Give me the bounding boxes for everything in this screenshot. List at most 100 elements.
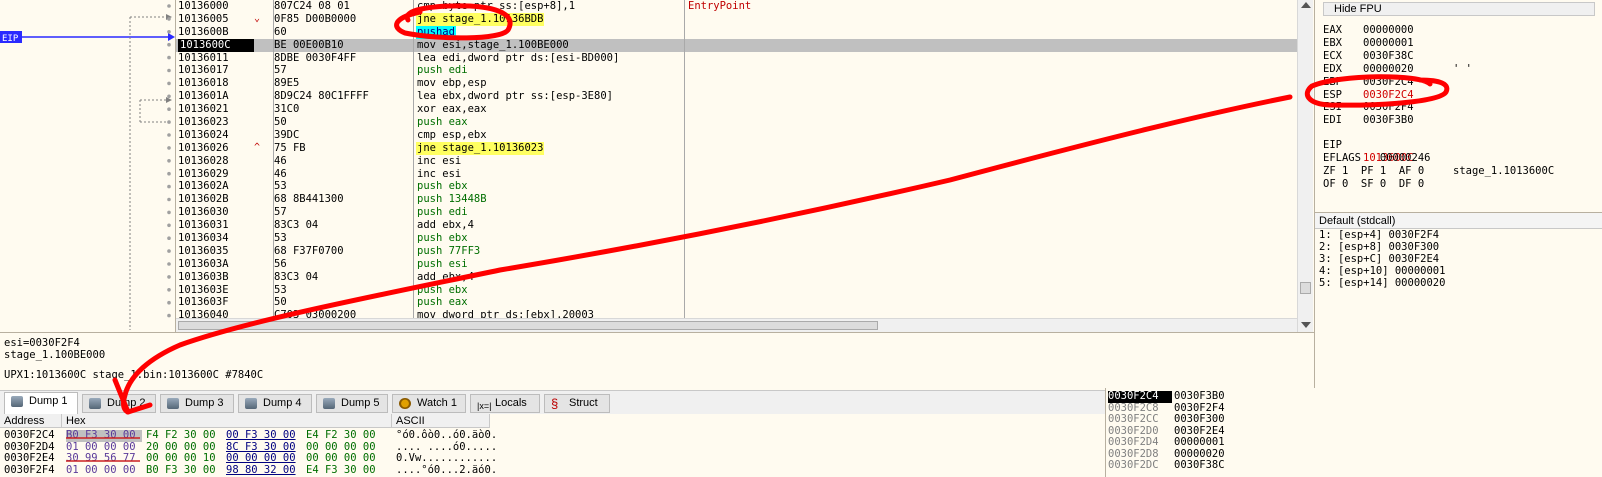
disasm-row[interactable]: 10136024 39DC cmp esp,ebx [176,129,1297,142]
disasm-vertical-scrollbar[interactable] [1297,0,1313,332]
breakpoint-dot[interactable] [167,55,171,60]
disasm-row[interactable]: 10136028 46 inc esi [176,155,1297,168]
tab-label: Dump 2 [107,397,146,409]
breakpoint-dot[interactable] [167,223,171,228]
breakpoint-dot[interactable] [167,146,171,150]
instruction-text: push edi [417,206,468,219]
register-eip[interactable]: EIP 1013600C stage_1.1013600C [1323,126,1554,177]
disassembly-view[interactable]: EIP 10136000 807C24 08 01 cmp byte ptr ss:… [0,0,1297,332]
call-arguments-panel[interactable]: Default (stdcall) 1: [esp+4] 0030F2F4 2: … [1314,212,1602,388]
breakpoint-dot[interactable] [167,288,171,292]
disasm-row[interactable]: 1013602A 53 push ebx [176,180,1297,193]
disasm-row[interactable]: 1013603A 56 push esi [176,258,1297,271]
breakpoint-dot[interactable] [167,17,171,21]
register-value: 00000001 [1363,36,1414,49]
disasm-row[interactable]: 1013603B 83C3 04 add ebx,4 [176,271,1297,284]
tab-dump-1[interactable]: Dump 1 [4,392,78,414]
disasm-row[interactable]: 1013600B 60 pushad [176,25,1297,39]
tab-locals[interactable]: |x=| Locals [470,394,540,413]
tab-label: Struct [569,397,598,409]
disasm-row[interactable]: 1013602B 68 8B441300 push 13448B [176,193,1297,206]
breakpoint-dot[interactable] [167,197,171,202]
scroll-thumb[interactable] [178,321,878,330]
disasm-row[interactable]: 1013603F 50 push eax [176,296,1297,309]
tab-watch-1[interactable]: Watch 1 [392,394,466,413]
stack-row[interactable]: 0030F2CC 0030F300 [1106,413,1266,426]
breakpoint-dot[interactable] [167,159,171,163]
dump-row[interactable]: 0030F2E4 30 99 56 77 00 00 00 10 00 00 00 0… [0,452,520,465]
scroll-up-icon[interactable] [1301,2,1311,8]
disasm-row[interactable]: 10136034 53 push ebx [176,232,1297,245]
tab-struct[interactable]: § Struct [544,394,610,413]
breakpoint-dot[interactable] [167,4,171,8]
breakpoint-dot[interactable] [167,120,171,124]
breakpoint-dot[interactable] [167,275,171,279]
disasm-row[interactable]: 10136031 83C3 04 add ebx,4 [176,219,1297,232]
dump-row[interactable]: 0030F2F4 01 00 00 00 B0 F3 30 00 98 80 32 0… [0,464,520,477]
dump-tabs-bar: Dump 1 Dump 2 Dump 3 Dump 4 Dump 5 Watch 1 |x=… [0,390,1105,414]
disasm-row[interactable]: 10136026 ^ 75 FB jne stage_1.10136023 [176,141,1297,155]
disasm-row[interactable]: 1013601A 8D9C24 80C1FFFF lea ebx,dword ptr… [176,90,1297,103]
argument-row[interactable]: 1: [esp+4] 0030F2F4 [1315,229,1602,241]
hide-fpu-button[interactable]: Hide FPU [1323,2,1595,16]
disasm-horizontal-scrollbar[interactable] [176,318,1297,332]
breakpoint-dot[interactable] [167,210,171,215]
tab-dump-3[interactable]: Dump 3 [160,394,234,413]
stack-value: 0030F3B0 [1174,390,1225,402]
breakpoint-dot[interactable] [167,94,171,99]
dump-header-ascii[interactable]: ASCII [392,414,490,428]
breakpoint-dot[interactable] [167,184,171,189]
disasm-row[interactable]: 10136035 68 F37F0700 push 77FF3 [176,245,1297,258]
disasm-row[interactable]: 10136000 807C24 08 01 cmp byte ptr ss:[esp… [176,0,1297,13]
breakpoint-dot[interactable] [167,68,171,73]
registers-panel[interactable]: Hide FPU EAX 00000000 EBX 00000001 ECX 0030F3… [1314,0,1602,212]
tab-dump-4[interactable]: Dump 4 [238,394,312,413]
tab-label: Locals [495,397,527,409]
disasm-row[interactable]: 10136018 89E5 mov ebp,esp [176,77,1297,90]
hex-group-3: 00 F3 30 00 [226,429,296,441]
disasm-row[interactable]: 10136005 ⌄ 0F85 D00B0000 jne stage_1.10136B… [176,12,1297,26]
instruction-address: 10136018 [178,77,229,90]
stack-row[interactable]: 0030F2C4 0030F3B0 [1106,390,1266,403]
breakpoint-dot[interactable] [167,262,171,266]
breakpoint-dot[interactable] [167,236,171,240]
breakpoint-dot[interactable] [167,107,171,111]
disasm-row[interactable]: 10136011 8DBE 0030F4FF lea edi,dword ptr d… [176,52,1297,65]
instruction-address: 1013603A [178,257,229,270]
argument-row[interactable]: 4: [esp+10] 00000001 [1315,265,1602,277]
breakpoint-dot[interactable] [167,249,171,253]
dump-header-hex[interactable]: Hex [62,414,392,428]
disasm-row[interactable]: 10136023 50 push eax [176,116,1297,129]
disasm-row[interactable]: 10136017 57 push edi [176,64,1297,77]
argument-row[interactable]: 5: [esp+14] 00000020 [1315,277,1602,289]
breakpoint-dot[interactable] [167,313,171,318]
disasm-row[interactable]: 10136030 57 push edi [176,206,1297,219]
breakpoint-dot[interactable] [167,171,171,176]
breakpoint-dot[interactable] [167,133,171,137]
disasm-row[interactable]: 10136029 46 inc esi [176,168,1297,181]
calling-convention-header[interactable]: Default (stdcall) [1315,213,1602,229]
breakpoint-dot[interactable] [167,30,171,34]
instruction-address: 10136030 [178,206,229,219]
stack-row[interactable]: 0030F2DC 0030F38C [1106,459,1266,472]
disasm-row[interactable]: 10136021 31C0 xor eax,eax [176,103,1297,116]
breakpoint-dot[interactable] [167,300,171,305]
breakpoint-dot[interactable] [167,81,171,86]
instruction-bytes: 60 [274,25,287,38]
dump-row[interactable]: 0030F2C4 B0 F3 30 00 F4 F2 30 00 00 F3 30 0… [0,429,520,442]
dump-header-address[interactable]: Address [0,414,62,428]
disasm-row[interactable]: 1013600C BE 00E00B10 mov esi,stage_1.100BE… [176,38,1297,52]
instruction-bytes: 0F85 D00B0000 [274,12,357,25]
tab-dump-5[interactable]: Dump 5 [316,394,388,413]
stack-panel[interactable]: 0030F2C4 0030F3B0 0030F2C8 0030F2F4 0030F2CC… [1105,388,1602,477]
scroll-down-icon[interactable] [1301,322,1311,328]
argument-row[interactable]: 3: [esp+C] 0030F2E4 [1315,253,1602,265]
scroll-thumb[interactable] [1300,282,1311,294]
instruction-address: 1013602A [178,180,229,193]
stack-row[interactable]: 0030F2D4 00000001 [1106,436,1266,449]
disasm-row[interactable]: 1013603E 53 push ebx [176,284,1297,297]
dump-panel[interactable]: Address Hex ASCII 0030F2C4 B0 F3 30 00 F4 … [0,414,1105,477]
breakpoint-dot[interactable] [167,42,171,47]
argument-row[interactable]: 2: [esp+8] 0030F300 [1315,241,1602,253]
tab-dump-2[interactable]: Dump 2 [82,394,156,413]
